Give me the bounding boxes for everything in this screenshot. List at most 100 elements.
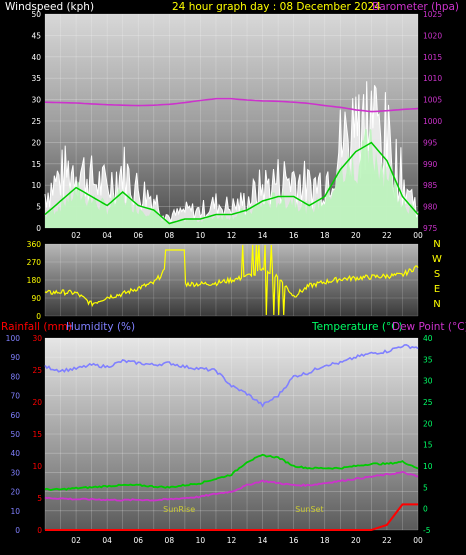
compass-label: N <box>433 299 440 310</box>
wind-tick-label: 0 <box>36 224 41 233</box>
rain-tick-label: 10 <box>32 462 42 471</box>
temperature-tick-label: 20 <box>423 419 433 428</box>
temperature-tick-label: 35 <box>423 355 433 364</box>
humidity-tick-label: 80 <box>10 372 20 381</box>
humidity-axis-ticks: 0 10 20 30 40 50 60 70 80 90 100 <box>6 334 21 535</box>
humidity-tick-label: 90 <box>10 353 20 362</box>
wind-time-label: 22 <box>382 231 392 240</box>
temp-time-label: 04 <box>102 536 112 545</box>
baro-tick-label: 1005 <box>423 96 442 105</box>
temp-time-ticks: 02 04 06 08 10 12 14 16 18 20 22 00 <box>71 536 423 545</box>
baro-tick-label: 995 <box>423 138 438 147</box>
wind-tick-label: 10 <box>31 181 41 190</box>
humidity-tick-label: 30 <box>10 468 20 477</box>
baro-tick-label: 1015 <box>423 53 442 62</box>
temp-time-label: 20 <box>351 536 361 545</box>
humidity-tick-label: 10 <box>10 507 20 516</box>
weather-graph: Windspeed (kph) 24 hour graph day : 08 D… <box>1 1 466 545</box>
temperature-tick-label: 0 <box>423 505 428 514</box>
wind-time-label: 12 <box>227 231 237 240</box>
temp-time-label: 08 <box>165 536 175 545</box>
baro-axis-title: Barometer (hpa) <box>372 1 459 13</box>
baro-tick-label: 975 <box>423 224 438 233</box>
direction-axis-ticks: 0 90 180 270 360 <box>27 240 42 321</box>
humidity-tick-label: 100 <box>6 334 21 343</box>
compass-label: S <box>434 269 440 280</box>
wind-time-label: 14 <box>258 231 268 240</box>
temp-time-label: 22 <box>382 536 392 545</box>
wind-time-label: 16 <box>289 231 299 240</box>
chart-title: 24 hour graph day : 08 December 2024 <box>172 1 381 13</box>
wind-time-label: 20 <box>351 231 361 240</box>
rain-axis-title: Rainfall (mm) <box>1 321 72 333</box>
direction-tick-label: 180 <box>27 276 42 285</box>
wind-time-label: 02 <box>71 231 81 240</box>
temp-time-label: 16 <box>289 536 299 545</box>
humidity-tick-label: 40 <box>10 449 20 458</box>
baro-tick-label: 980 <box>423 203 438 212</box>
humidity-tick-label: 60 <box>10 411 20 420</box>
temp-time-label: 06 <box>133 536 143 545</box>
temp-time-label: 00 <box>413 536 423 545</box>
wind-time-label: 08 <box>165 231 175 240</box>
rain-tick-label: 25 <box>32 366 42 375</box>
wind-tick-label: 30 <box>31 96 41 105</box>
rain-axis-ticks: 0 5 10 15 20 25 30 <box>32 334 42 535</box>
wind-tick-label: 50 <box>31 10 41 19</box>
rain-tick-label: 0 <box>37 526 42 535</box>
temp-time-label: 10 <box>196 536 206 545</box>
wind-time-label: 06 <box>133 231 143 240</box>
baro-tick-label: 1000 <box>423 117 442 126</box>
wind-tick-label: 5 <box>36 203 41 212</box>
temperature-tick-label: -5 <box>423 526 431 535</box>
wind-tick-label: 25 <box>31 117 41 126</box>
compass-labels: NWSEN <box>432 239 442 310</box>
temperature-tick-label: 5 <box>423 483 428 492</box>
humidity-tick-label: 50 <box>10 430 20 439</box>
temperature-tick-label: 10 <box>423 462 433 471</box>
temp-time-label: 18 <box>320 536 330 545</box>
temperature-axis-ticks: -5 0 5 10 15 20 25 30 35 40 <box>423 334 433 535</box>
wind-tick-label: 45 <box>31 31 41 40</box>
baro-tick-label: 1010 <box>423 74 442 83</box>
baro-tick-label: 1020 <box>423 31 442 40</box>
rain-tick-label: 5 <box>37 494 42 503</box>
sun-annotation: SunSet <box>295 505 323 514</box>
wind-time-ticks: 02 04 06 08 10 12 14 16 18 20 22 00 <box>71 231 423 240</box>
rain-tick-label: 20 <box>32 398 42 407</box>
wind-time-label: 18 <box>320 231 330 240</box>
temperature-tick-label: 25 <box>423 398 433 407</box>
baro-tick-label: 1025 <box>423 10 442 19</box>
humidity-tick-label: 0 <box>15 526 20 535</box>
baro-tick-label: 985 <box>423 181 438 190</box>
direction-tick-label: 90 <box>31 294 41 303</box>
temperature-axis-title: Temperature (°C) <box>311 321 403 333</box>
temperature-tick-label: 15 <box>423 441 433 450</box>
wind-time-label: 00 <box>413 231 423 240</box>
temp-time-label: 14 <box>258 536 268 545</box>
compass-label: N <box>433 239 440 250</box>
dewpoint-axis-title: Dew Point (°C) <box>392 321 466 333</box>
compass-label: W <box>432 254 442 265</box>
wind-time-label: 04 <box>102 231 112 240</box>
rain-tick-label: 30 <box>32 334 42 343</box>
baro-axis-ticks: 975 980 985 990 995 1000 1005 1010 1015 1020 1025 <box>423 10 442 233</box>
temperature-tick-label: 40 <box>423 334 433 343</box>
wind-time-label: 10 <box>196 231 206 240</box>
humidity-axis-title: Humidity (%) <box>66 321 135 333</box>
baro-tick-label: 990 <box>423 160 438 169</box>
compass-label: E <box>434 284 440 295</box>
wind-tick-label: 35 <box>31 74 41 83</box>
humidity-tick-label: 70 <box>10 392 20 401</box>
direction-tick-label: 270 <box>27 258 42 267</box>
temperature-tick-label: 30 <box>423 377 433 386</box>
wind-tick-label: 15 <box>31 160 41 169</box>
direction-tick-label: 360 <box>27 240 42 249</box>
wind-axis-title: Windspeed (kph) <box>5 1 94 13</box>
humidity-tick-label: 20 <box>10 488 20 497</box>
temp-time-label: 12 <box>227 536 237 545</box>
wind-tick-label: 40 <box>31 53 41 62</box>
temp-time-label: 02 <box>71 536 81 545</box>
wind-axis-ticks: 0 5 10 15 20 25 30 35 40 45 50 <box>31 10 41 233</box>
rain-tick-label: 15 <box>32 430 42 439</box>
